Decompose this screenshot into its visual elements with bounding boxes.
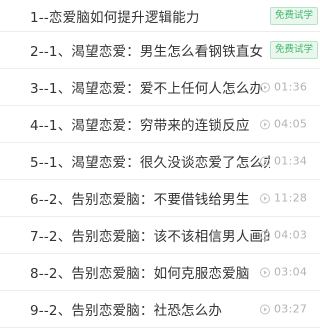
episode-duration: 04:03 bbox=[260, 229, 307, 242]
play-circle-icon bbox=[260, 267, 270, 277]
duration-text: 03:27 bbox=[274, 302, 308, 316]
episode-row[interactable]: 3--1、渴望恋爱：爱不上任何人怎么办 01:36 bbox=[0, 69, 320, 106]
episode-duration: 01:36 bbox=[260, 81, 307, 94]
play-circle-icon bbox=[260, 82, 270, 92]
episode-row[interactable]: 7--2、告别恋爱脑：该不该相信男人画的饼 04:03 bbox=[0, 217, 320, 254]
duration-text: 11:28 bbox=[274, 191, 308, 205]
duration-text: 04:05 bbox=[274, 117, 308, 131]
episode-duration: 03:04 bbox=[260, 266, 307, 279]
episode-duration: 11:28 bbox=[260, 192, 307, 205]
episode-title: 7--2、告别恋爱脑：该不该相信男人画的饼 bbox=[30, 229, 270, 245]
episode-title: 4--1、渴望恋爱：穷带来的连锁反应 bbox=[30, 118, 250, 134]
episode-row[interactable]: 5--1、渴望恋爱：很久没谈恋爱了怎么办 01:34 bbox=[0, 143, 320, 180]
play-circle-icon bbox=[260, 119, 270, 129]
episode-row[interactable]: 9--2、告别恋爱脑：社恐怎么办 03:27 bbox=[0, 291, 320, 328]
play-circle-icon bbox=[260, 304, 270, 314]
episode-row[interactable]: 6--2、告别恋爱脑：不要借钱给男生 11:28 bbox=[0, 180, 320, 217]
episode-title: 9--2、告别恋爱脑：社恐怎么办 bbox=[30, 303, 223, 319]
episode-title: 1--恋爱脑如何提升逻辑能力 bbox=[30, 9, 200, 26]
episode-title: 3--1、渴望恋爱：爱不上任何人怎么办 bbox=[30, 81, 264, 97]
episode-row[interactable]: 1--恋爱脑如何提升逻辑能力 免费试学 bbox=[0, 0, 320, 32]
duration-text: 01:36 bbox=[274, 80, 308, 94]
episode-title: 8--2、告别恋爱脑：如何克服恋爱脑 bbox=[30, 266, 250, 282]
episode-title: 6--2、告别恋爱脑：不要借钱给男生 bbox=[30, 192, 250, 208]
free-trial-badge: 免费试学 bbox=[270, 6, 319, 25]
episode-title: 5--1、渴望恋爱：很久没谈恋爱了怎么办 bbox=[30, 155, 270, 171]
episode-row[interactable]: 4--1、渴望恋爱：穷带来的连锁反应 04:05 bbox=[0, 106, 320, 143]
play-circle-icon bbox=[260, 156, 270, 166]
episode-duration: 01:34 bbox=[260, 155, 307, 168]
episode-list: 1--恋爱脑如何提升逻辑能力 免费试学 2--1、渴望恋爱：男生怎么看钢铁直女 … bbox=[0, 0, 320, 335]
play-circle-icon bbox=[260, 193, 270, 203]
episode-duration: 04:05 bbox=[260, 118, 307, 131]
duration-text: 01:34 bbox=[274, 154, 308, 168]
episode-duration: 03:27 bbox=[260, 303, 307, 316]
free-trial-badge: 免费试学 bbox=[270, 41, 319, 59]
episode-row[interactable]: 8--2、告别恋爱脑：如何克服恋爱脑 03:04 bbox=[0, 254, 320, 291]
play-circle-icon bbox=[260, 230, 270, 240]
duration-text: 03:04 bbox=[274, 265, 308, 279]
episode-title: 2--1、渴望恋爱：男生怎么看钢铁直女 bbox=[30, 44, 264, 60]
duration-text: 04:03 bbox=[274, 228, 308, 242]
episode-row[interactable]: 2--1、渴望恋爱：男生怎么看钢铁直女 免费试学 bbox=[0, 32, 320, 69]
